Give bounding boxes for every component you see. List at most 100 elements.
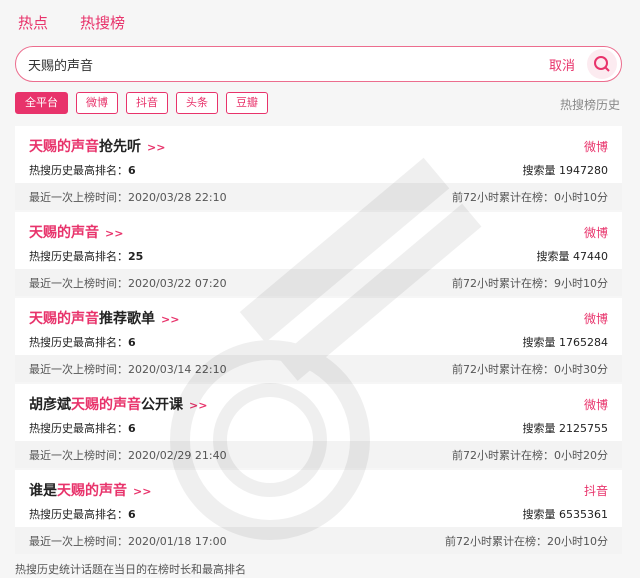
title-keyword: 天赐的声音 bbox=[57, 483, 127, 499]
acc-value: 20小时10分 bbox=[547, 534, 608, 548]
accumulated-time: 前72小时累计在榜：20小时10分 bbox=[445, 533, 608, 549]
result-card[interactable]: 胡彦斌天赐的声音公开课 >> 热搜历史最高排名：6 微博 搜索量 2125755 … bbox=[15, 384, 622, 468]
cancel-button[interactable]: 取消 bbox=[549, 55, 575, 74]
peak-rank: 热搜历史最高排名：6 bbox=[29, 506, 608, 522]
acc-label: 前72小时累计在榜： bbox=[445, 534, 547, 548]
card-main: 谁是天赐的声音 >> 热搜历史最高排名：6 抖音 搜索量 6535361 bbox=[15, 470, 622, 527]
acc-value: 0小时10分 bbox=[554, 190, 608, 204]
card-footer: 最近一次上榜时间：2020/01/18 17:00 前72小时累计在榜：20小时… bbox=[15, 527, 622, 554]
title-suffix: 抢先听 bbox=[99, 139, 141, 155]
volume-label: 搜索量 bbox=[522, 508, 556, 521]
rank-label: 热搜历史最高排名： bbox=[29, 422, 128, 435]
search-button[interactable] bbox=[587, 49, 617, 79]
last-label: 最近一次上榜时间： bbox=[29, 362, 128, 376]
double-chevron-icon[interactable]: >> bbox=[105, 227, 123, 240]
last-label: 最近一次上榜时间： bbox=[29, 448, 128, 462]
card-main: 胡彦斌天赐的声音公开课 >> 热搜历史最高排名：6 微博 搜索量 2125755 bbox=[15, 384, 622, 441]
accumulated-time: 前72小时累计在榜：0小时30分 bbox=[452, 361, 608, 377]
platform-label: 微博 bbox=[583, 226, 608, 240]
result-title[interactable]: 谁是天赐的声音 >> bbox=[29, 480, 608, 500]
card-footer: 最近一次上榜时间：2020/03/22 07:20 前72小时累计在榜：9小时1… bbox=[15, 269, 622, 296]
last-value: 2020/03/14 22:10 bbox=[128, 362, 227, 376]
filter-weibo[interactable]: 微博 bbox=[76, 92, 118, 114]
title-keyword: 天赐的声音 bbox=[71, 397, 141, 413]
card-main: 天赐的声音推荐歌单 >> 热搜历史最高排名：6 微博 搜索量 1765284 bbox=[15, 298, 622, 355]
last-value: 2020/03/28 22:10 bbox=[128, 190, 227, 204]
search-volume: 搜索量 6535361 bbox=[523, 506, 609, 522]
last-listed: 最近一次上榜时间：2020/03/28 22:10 bbox=[29, 189, 227, 205]
peak-rank: 热搜历史最高排名：25 bbox=[29, 248, 608, 264]
last-value: 2020/03/22 07:20 bbox=[128, 276, 227, 290]
peak-rank: 热搜历史最高排名：6 bbox=[29, 420, 608, 436]
volume-label: 搜索量 bbox=[522, 422, 556, 435]
rank-label: 热搜历史最高排名： bbox=[29, 164, 128, 177]
volume-label: 搜索量 bbox=[522, 164, 556, 177]
search-icon bbox=[594, 56, 610, 72]
accumulated-time: 前72小时累计在榜：0小时20分 bbox=[452, 447, 608, 463]
result-card[interactable]: 天赐的声音抢先听 >> 热搜历史最高排名：6 微博 搜索量 1947280 最近一… bbox=[15, 126, 622, 210]
rank-value: 6 bbox=[128, 336, 136, 349]
accumulated-time: 前72小时累计在榜：9小时10分 bbox=[452, 275, 608, 291]
last-label: 最近一次上榜时间： bbox=[29, 276, 128, 290]
rank-label: 热搜历史最高排名： bbox=[29, 336, 128, 349]
title-keyword: 天赐的声音 bbox=[29, 139, 99, 155]
volume-label: 搜索量 bbox=[536, 250, 570, 263]
history-link[interactable]: 热搜榜历史 bbox=[560, 96, 620, 113]
filter-douyin[interactable]: 抖音 bbox=[126, 92, 168, 114]
volume-value: 1765284 bbox=[559, 336, 608, 349]
volume-value: 47440 bbox=[573, 250, 608, 263]
search-input[interactable] bbox=[28, 56, 549, 72]
card-main: 天赐的声音抢先听 >> 热搜历史最高排名：6 微博 搜索量 1947280 bbox=[15, 126, 622, 183]
result-title[interactable]: 天赐的声音推荐歌单 >> bbox=[29, 308, 608, 328]
volume-label: 搜索量 bbox=[522, 336, 556, 349]
rank-label: 热搜历史最高排名： bbox=[29, 508, 128, 521]
double-chevron-icon[interactable]: >> bbox=[189, 399, 207, 412]
last-label: 最近一次上榜时间： bbox=[29, 534, 128, 548]
filter-all[interactable]: 全平台 bbox=[15, 92, 68, 114]
rank-value: 6 bbox=[128, 164, 136, 177]
title-keyword: 天赐的声音 bbox=[29, 311, 99, 327]
platform-label: 微博 bbox=[583, 140, 608, 154]
acc-label: 前72小时累计在榜： bbox=[452, 362, 554, 376]
rank-label: 热搜历史最高排名： bbox=[29, 250, 128, 263]
title-prefix: 胡彦斌 bbox=[29, 397, 71, 413]
volume-value: 6535361 bbox=[559, 508, 608, 521]
result-card[interactable]: 天赐的声音推荐歌单 >> 热搜历史最高排名：6 微博 搜索量 1765284 最近… bbox=[15, 298, 622, 382]
result-title[interactable]: 天赐的声音 >> bbox=[29, 222, 608, 242]
result-title[interactable]: 胡彦斌天赐的声音公开课 >> bbox=[29, 394, 608, 414]
search-volume: 搜索量 47440 bbox=[537, 248, 609, 264]
search-volume: 搜索量 2125755 bbox=[523, 420, 609, 436]
double-chevron-icon[interactable]: >> bbox=[147, 141, 165, 154]
tab-hot[interactable]: 热点 bbox=[18, 12, 48, 33]
result-title[interactable]: 天赐的声音抢先听 >> bbox=[29, 136, 608, 156]
acc-label: 前72小时累计在榜： bbox=[452, 448, 554, 462]
double-chevron-icon[interactable]: >> bbox=[161, 313, 179, 326]
result-card[interactable]: 谁是天赐的声音 >> 热搜历史最高排名：6 抖音 搜索量 6535361 最近一次… bbox=[15, 470, 622, 554]
rank-value: 6 bbox=[128, 508, 136, 521]
accumulated-time: 前72小时累计在榜：0小时10分 bbox=[452, 189, 608, 205]
last-listed: 最近一次上榜时间：2020/01/18 17:00 bbox=[29, 533, 227, 549]
title-keyword: 天赐的声音 bbox=[29, 225, 99, 241]
result-card[interactable]: 天赐的声音 >> 热搜历史最高排名：25 微博 搜索量 47440 最近一次上榜时… bbox=[15, 212, 622, 296]
double-chevron-icon[interactable]: >> bbox=[133, 485, 151, 498]
peak-rank: 热搜历史最高排名：6 bbox=[29, 334, 608, 350]
search-volume: 搜索量 1765284 bbox=[523, 334, 609, 350]
peak-rank: 热搜历史最高排名：6 bbox=[29, 162, 608, 178]
title-suffix: 公开课 bbox=[141, 397, 183, 413]
volume-value: 1947280 bbox=[559, 164, 608, 177]
card-main: 天赐的声音 >> 热搜历史最高排名：25 微博 搜索量 47440 bbox=[15, 212, 622, 269]
filter-douban[interactable]: 豆瓣 bbox=[226, 92, 268, 114]
title-prefix: 谁是 bbox=[29, 483, 57, 499]
card-footer: 最近一次上榜时间：2020/03/14 22:10 前72小时累计在榜：0小时3… bbox=[15, 355, 622, 382]
acc-label: 前72小时累计在榜： bbox=[452, 276, 554, 290]
rank-value: 6 bbox=[128, 422, 136, 435]
acc-value: 0小时20分 bbox=[554, 448, 608, 462]
volume-value: 2125755 bbox=[559, 422, 608, 435]
last-listed: 最近一次上榜时间：2020/02/29 21:40 bbox=[29, 447, 227, 463]
platform-label: 微博 bbox=[583, 398, 608, 412]
filter-toutiao[interactable]: 头条 bbox=[176, 92, 218, 114]
acc-value: 0小时30分 bbox=[554, 362, 608, 376]
acc-label: 前72小时累计在榜： bbox=[452, 190, 554, 204]
tab-hot-search[interactable]: 热搜榜 bbox=[80, 12, 125, 33]
platform-filters: 全平台 微博 抖音 头条 豆瓣 bbox=[15, 92, 268, 114]
